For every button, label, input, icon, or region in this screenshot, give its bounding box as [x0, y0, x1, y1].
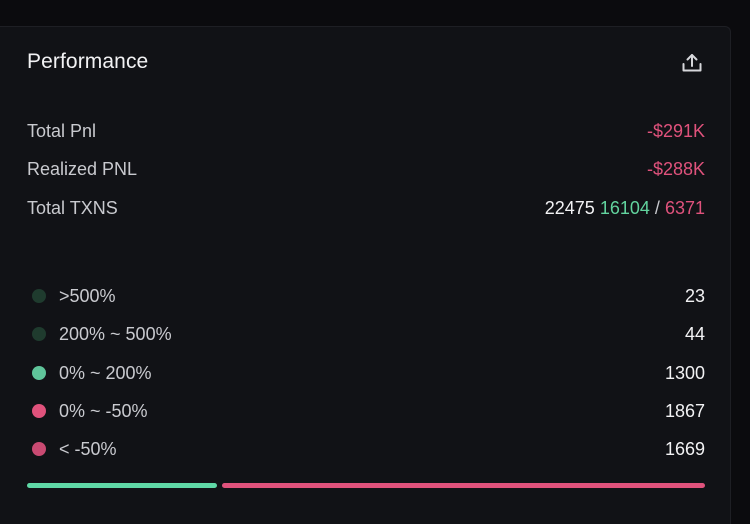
realized-pnl-row: Realized PNL -$288K — [27, 156, 705, 182]
performance-panel: Performance Total Pnl -$291K Realized PN… — [0, 26, 731, 524]
distribution-label: 0% ~ -50% — [59, 400, 148, 421]
realized-pnl-label: Realized PNL — [27, 158, 138, 179]
distribution-row-200-500: 200% ~ 500% 44 — [32, 321, 705, 347]
distribution-dot — [32, 366, 46, 380]
distribution-row-0-200: 0% ~ 200% 1300 — [32, 360, 705, 386]
distribution-count: 1867 — [664, 400, 705, 421]
distribution-dot — [32, 442, 46, 456]
distribution-count: 1669 — [664, 438, 705, 459]
win-ratio-bar-negative — [222, 483, 705, 488]
distribution-label: 200% ~ 500% — [59, 323, 172, 344]
distribution-count: 1300 — [664, 362, 705, 383]
sell-txns-count: 6371 — [664, 197, 705, 218]
share-export-icon[interactable] — [680, 51, 704, 75]
distribution-row-0-neg50: 0% ~ -50% 1867 — [32, 398, 705, 424]
realized-pnl-value: -$288K — [646, 158, 705, 179]
distribution-label: < -50% — [59, 438, 117, 459]
total-pnl-row: Total Pnl -$291K — [27, 118, 705, 144]
total-pnl-value: -$291K — [646, 120, 705, 141]
buy-txns-count: 16104 — [599, 197, 650, 218]
total-txns-row: Total TXNS 22475 16104 / 6371 — [27, 195, 705, 221]
total-txns-count: 22475 — [544, 197, 595, 218]
distribution-row-under-neg50: < -50% 1669 — [32, 436, 705, 462]
distribution-count: 23 — [684, 285, 705, 306]
distribution-dot — [32, 289, 46, 303]
distribution-dot — [32, 404, 46, 418]
distribution-count: 44 — [684, 323, 705, 344]
total-pnl-label: Total Pnl — [27, 120, 97, 141]
panel-title: Performance — [27, 50, 149, 73]
distribution-label: >500% — [59, 285, 116, 306]
win-ratio-bar-positive — [27, 483, 217, 488]
distribution-label: 0% ~ 200% — [59, 362, 152, 383]
distribution-dot — [32, 327, 46, 341]
txns-separator: / — [654, 197, 660, 218]
total-txns-values: 22475 16104 / 6371 — [545, 198, 705, 219]
total-txns-label: Total TXNS — [27, 197, 118, 218]
distribution-row-over-500: >500% 23 — [32, 283, 705, 309]
